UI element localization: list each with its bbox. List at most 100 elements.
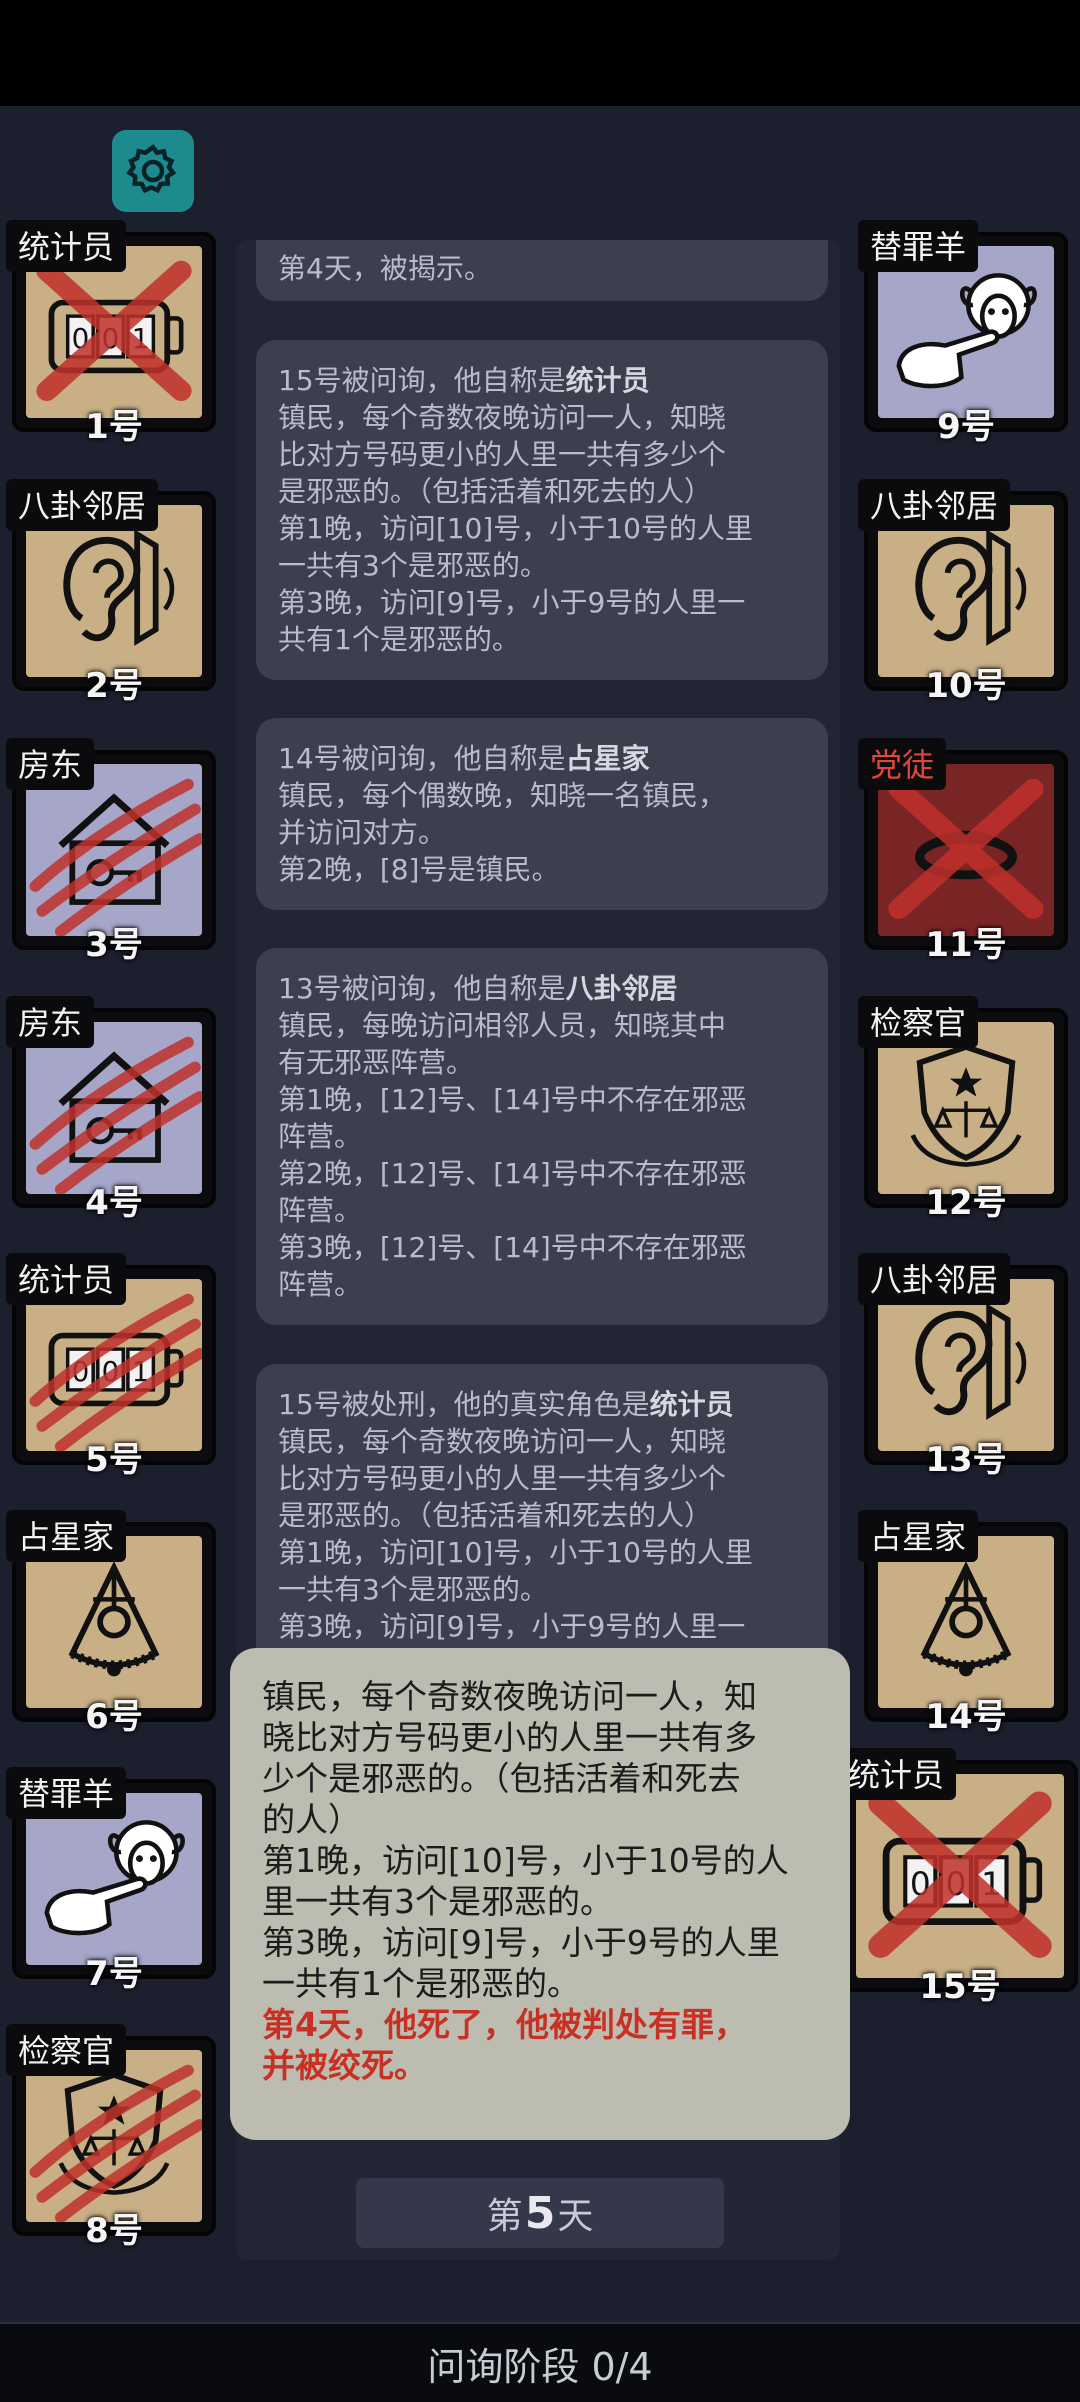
log-entry: 15号被问询，他自称是统计员 镇民，每个奇数夜晚访问一人，知晓 比对方号码更小的人里… <box>256 340 828 680</box>
log-line: 阵营。 <box>278 1268 363 1301</box>
role-tooltip: 镇民，每个奇数夜晚访问一人，知 晓比对方号码更小的人里一共有多 少个是邪恶的。（包括… <box>230 1648 850 2140</box>
status-bar <box>0 0 1080 106</box>
player-number: 3号 <box>85 925 143 965</box>
player-role: 替罪羊 <box>6 1767 127 1819</box>
log-line: 第4天，被揭示。 <box>278 252 492 285</box>
tooltip-line: 一共有1个是邪恶的。 <box>262 1964 580 2003</box>
player-card[interactable]: 001统计员1号 <box>6 220 216 447</box>
log-line: 比对方号码更小的人里一共有多少个 <box>278 438 727 471</box>
claimed-role: 统计员 <box>649 1388 734 1421</box>
player-number: 2号 <box>85 666 143 706</box>
player-role: 检察官 <box>858 996 979 1048</box>
player-role: 八卦邻居 <box>858 1253 1011 1305</box>
log-line: 是邪恶的。（包括活着和死去的人） <box>278 1499 713 1532</box>
player-number: 14号 <box>925 1697 1007 1737</box>
player-number: 12号 <box>925 1183 1007 1223</box>
log-line: 第1晚，访问[10]号，小于10号的人里 <box>278 512 753 545</box>
log-entry: 15号被处刑，他的真实角色是统计员 镇民，每个奇数夜晚访问一人，知晓 比对方号码更小… <box>256 1364 828 1667</box>
log-line: 一共有3个是邪恶的。 <box>278 1573 548 1606</box>
day-prefix: 第 <box>486 2196 523 2237</box>
tooltip-line: 少个是邪恶的。（包括活着和死去 <box>262 1759 741 1798</box>
player-number: 6号 <box>85 1697 143 1737</box>
player-card[interactable]: 占星家 6号 <box>6 1510 216 1737</box>
player-number: 9号 <box>937 407 995 447</box>
log-line: 第2晚，[8]号是镇民。 <box>278 853 560 886</box>
player-number: 4号 <box>85 1183 143 1223</box>
log-line: 镇民，每个偶数晚，知晓一名镇民， <box>278 779 727 812</box>
phase-label: 问询阶段 0/4 <box>427 2344 653 2389</box>
player-role: 房东 <box>6 738 95 790</box>
player-card[interactable]: 八卦邻居 2号 <box>6 479 216 706</box>
player-card[interactable]: 替罪羊 7号 <box>6 1767 216 1994</box>
log-entry: 13号被问询，他自称是八卦邻居 镇民，每晚访问相邻人员，知晓其中 有无邪恶阵营。第1… <box>256 948 828 1325</box>
player-number: 13号 <box>925 1440 1007 1480</box>
player-card[interactable]: 八卦邻居 10号 <box>858 479 1068 706</box>
tooltip-line: 第1晚，访问[10]号，小于10号的人 <box>262 1841 789 1880</box>
log-entry-heading: 14号被问询，他自称是占星家 <box>278 740 806 777</box>
log-line: 第1晚，访问[10]号，小于10号的人里 <box>278 1536 753 1569</box>
day-indicator[interactable]: 第 5 天 <box>356 2178 724 2248</box>
log-line: 比对方号码更小的人里一共有多少个 <box>278 1462 727 1495</box>
player-role: 检察官 <box>6 2024 127 2076</box>
log-entry: 第4天，被揭示。 <box>256 240 828 301</box>
player-portrait: 001 <box>856 1774 1064 1978</box>
settings-button[interactable] <box>112 130 194 212</box>
log-line: 阵营。 <box>278 1120 363 1153</box>
player-role: 党徒 <box>858 738 947 790</box>
log-line: 镇民，每个奇数夜晚访问一人，知晓 <box>278 1425 727 1458</box>
log-entry-heading: 15号被处刑，他的真实角色是统计员 <box>278 1386 806 1423</box>
log-entry-heading: 15号被问询，他自称是统计员 <box>278 362 806 399</box>
tooltip-death-note: 第4天，他死了，他被判处有罪， <box>262 2005 747 2044</box>
player-card[interactable]: 0 0 1 统计员 5号 <box>6 1253 216 1480</box>
player-number: 5号 <box>85 1440 143 1480</box>
player-role: 房东 <box>6 996 95 1048</box>
player-role: 八卦邻居 <box>858 479 1011 531</box>
executed-cross-icon <box>868 1791 1052 1958</box>
claimed-role: 统计员 <box>565 364 650 397</box>
player-number: 10号 <box>925 666 1007 706</box>
log-heading-text: 14号被问询，他自称是 <box>278 742 566 775</box>
log-line: 镇民，每晚访问相邻人员，知晓其中 <box>278 1009 727 1042</box>
tooltip-death-note: 并被绞死。 <box>262 2046 427 2085</box>
tooltip-line: 第3晚，访问[9]号，小于9号的人里 <box>262 1923 780 1962</box>
player-number: 8号 <box>85 2211 143 2251</box>
player-role: 八卦邻居 <box>6 479 159 531</box>
log-line: 阵营。 <box>278 1194 363 1227</box>
log-entry-heading: 13号被问询，他自称是八卦邻居 <box>278 970 806 1007</box>
log-line: 第3晚，[12]号、[14]号中不存在邪恶 <box>278 1231 747 1264</box>
tooltip-line: 里一共有3个是邪恶的。 <box>262 1882 613 1921</box>
day-number: 5 <box>524 2187 556 2239</box>
player-number: 15号 <box>919 1967 1001 2007</box>
log-line: 并访问对方。 <box>278 816 447 849</box>
log-line: 共有1个是邪恶的。 <box>278 623 520 656</box>
player-card[interactable]: 检察官 8号 <box>6 2024 216 2251</box>
tooltip-line: 的人） <box>262 1800 361 1839</box>
log-line: 是邪恶的。（包括活着和死去的人） <box>278 475 713 508</box>
log-line: 有无邪恶阵营。 <box>278 1046 475 1079</box>
player-role: 占星家 <box>6 1510 127 1562</box>
player-role: 替罪羊 <box>858 220 979 272</box>
tooltip-line: 镇民，每个奇数夜晚访问一人，知 <box>262 1677 757 1716</box>
player-card[interactable]: 房东 3号 <box>6 738 216 965</box>
log-heading-text: 15号被问询，他自称是 <box>278 364 566 397</box>
player-role: 统计员 <box>836 1748 957 1800</box>
player-role: 占星家 <box>858 1510 979 1562</box>
log-line: 第2晚，[12]号、[14]号中不存在邪恶 <box>278 1157 747 1190</box>
log-heading-text: 15号被处刑，他的真实角色是 <box>278 1388 650 1421</box>
player-card[interactable]: 检察官 12号 <box>858 996 1068 1223</box>
player-card[interactable]: 八卦邻居 13号 <box>858 1253 1068 1480</box>
player-card[interactable]: 党徒 11号 <box>858 738 1068 965</box>
player-card[interactable]: 占星家 14号 <box>858 1510 1068 1737</box>
player-card[interactable]: 房东 4号 <box>6 996 216 1223</box>
player-number: 1号 <box>85 407 143 447</box>
claimed-role: 八卦邻居 <box>565 972 678 1005</box>
player-card[interactable]: 替罪羊 9号 <box>858 220 1068 447</box>
player-card[interactable]: 001统计员 15号 <box>836 1748 1078 2007</box>
player-number: 11号 <box>925 925 1007 965</box>
tooltip-line: 晓比对方号码更小的人里一共有多 <box>262 1718 757 1757</box>
log-line: 镇民，每个奇数夜晚访问一人，知晓 <box>278 401 727 434</box>
log-line: 一共有3个是邪恶的。 <box>278 549 548 582</box>
log-line: 第1晚，[12]号、[14]号中不存在邪恶 <box>278 1083 747 1116</box>
player-role: 统计员 <box>6 220 127 272</box>
log-line: 第3晚，访问[9]号，小于9号的人里一 <box>278 1610 746 1643</box>
